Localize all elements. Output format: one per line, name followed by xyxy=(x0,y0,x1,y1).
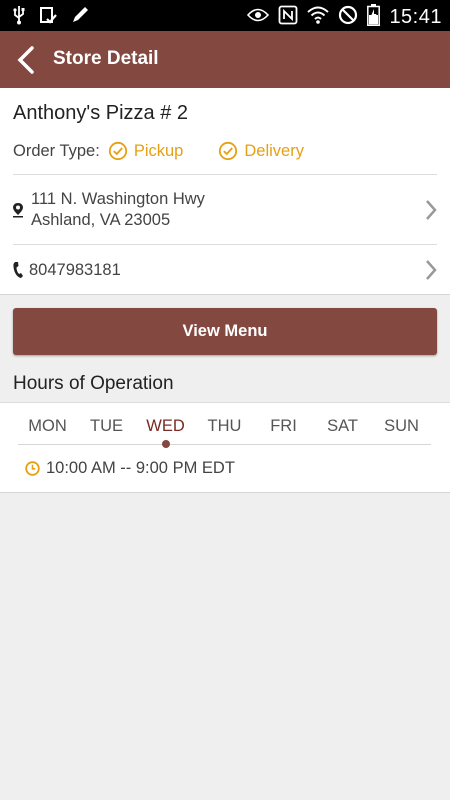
hours-time-range: 10:00 AM -- 9:00 PM EDT xyxy=(46,459,235,477)
wifi-icon xyxy=(307,6,330,29)
app-bar: Store Detail xyxy=(0,31,450,88)
hours-title: Hours of Operation xyxy=(13,373,174,394)
address-line2: Ashland, VA 23005 xyxy=(31,211,171,229)
page-title: Store Detail xyxy=(53,48,159,69)
location-pin-icon xyxy=(12,202,24,223)
status-time: 15:41 xyxy=(389,6,442,28)
battery-icon xyxy=(367,4,381,31)
hours-card: MON TUE WED THU FRI SAT SUN 10:00 AM -- … xyxy=(0,402,450,493)
order-type-row: Order Type: Pickup Delivery xyxy=(13,141,304,161)
day-tabs: MON TUE WED THU FRI SAT SUN xyxy=(18,417,431,436)
phone-row[interactable]: 8047983181 xyxy=(0,245,450,294)
pencil-icon xyxy=(70,5,90,30)
view-menu-button[interactable]: View Menu xyxy=(13,308,437,355)
usb-icon xyxy=(12,5,26,30)
store-name: Anthony's Pizza # 2 xyxy=(13,102,189,124)
chevron-right-icon xyxy=(424,199,438,226)
tab-sun[interactable]: SUN xyxy=(372,417,431,436)
tab-fri[interactable]: FRI xyxy=(254,417,313,436)
order-type-label: Order Type: xyxy=(13,141,100,160)
clipboard-check-icon xyxy=(38,5,58,30)
chevron-right-icon xyxy=(424,259,438,286)
tab-mon[interactable]: MON xyxy=(18,417,77,436)
store-card: Anthony's Pizza # 2 Order Type: Pickup D… xyxy=(0,88,450,295)
order-type-pickup: Pickup xyxy=(108,141,184,161)
order-type-delivery: Delivery xyxy=(218,141,304,161)
tab-sat[interactable]: SAT xyxy=(313,417,372,436)
address-row[interactable]: 111 N. Washington Hwy Ashland, VA 23005 xyxy=(0,176,450,244)
check-circle-icon xyxy=(219,141,238,161)
nfc-icon xyxy=(278,5,298,30)
order-type-delivery-label: Delivery xyxy=(244,141,304,160)
address-text: 111 N. Washington Hwy Ashland, VA 23005 xyxy=(31,189,205,231)
phone-number: 8047983181 xyxy=(29,261,121,279)
day-tabs-divider xyxy=(18,444,431,445)
tab-wed[interactable]: WED xyxy=(136,417,195,436)
order-type-pickup-label: Pickup xyxy=(133,141,184,160)
selected-day-indicator xyxy=(162,440,170,448)
check-circle-icon xyxy=(108,141,127,161)
status-bar: 15:41 xyxy=(0,0,450,31)
divider xyxy=(13,174,437,175)
eye-icon xyxy=(247,8,270,27)
clock-icon xyxy=(25,461,40,476)
no-signal-icon xyxy=(338,5,358,30)
address-line1: 111 N. Washington Hwy xyxy=(31,190,205,208)
tab-thu[interactable]: THU xyxy=(195,417,254,436)
phone-icon xyxy=(12,261,24,284)
back-icon[interactable] xyxy=(12,45,42,75)
hours-row: 10:00 AM -- 9:00 PM EDT xyxy=(25,459,235,478)
tab-tue[interactable]: TUE xyxy=(77,417,136,436)
